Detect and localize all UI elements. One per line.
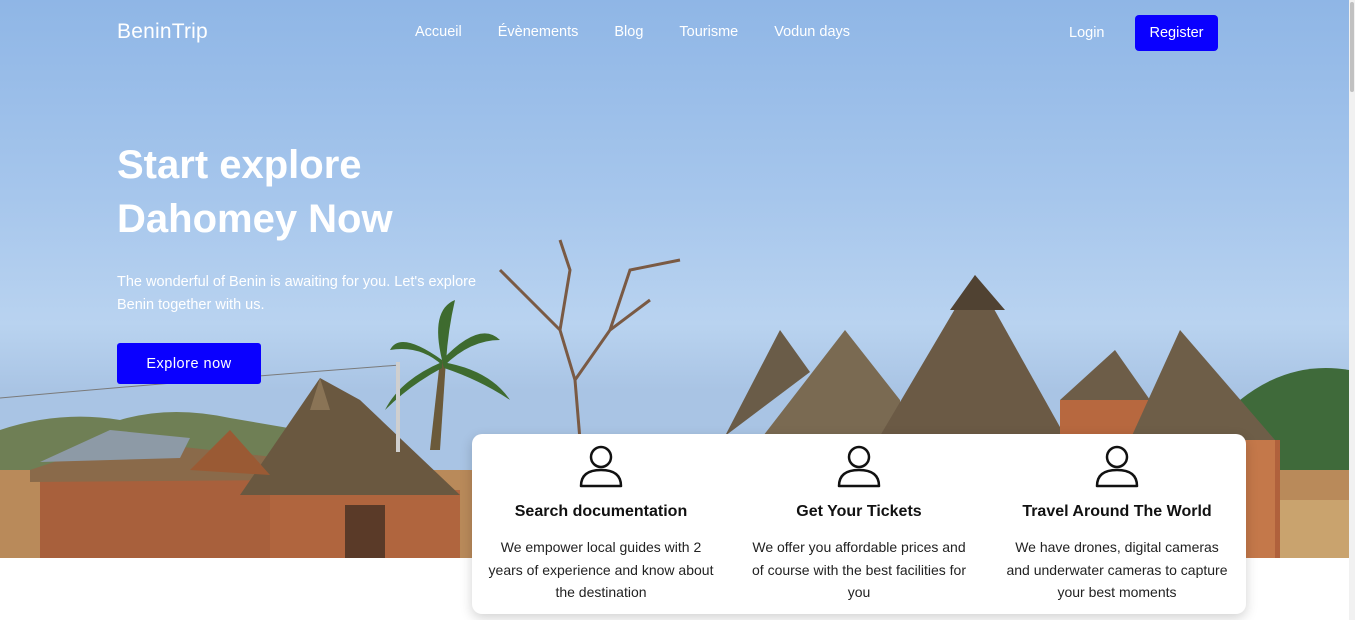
login-link[interactable]: Login	[1069, 25, 1104, 41]
nav-item-vodun-days[interactable]: Vodun days	[756, 24, 868, 40]
user-icon	[1095, 445, 1139, 488]
features-panel: Search documentation We empower local gu…	[472, 434, 1246, 614]
feature-description: We offer you affordable prices and of co…	[752, 539, 966, 600]
register-button[interactable]: Register	[1135, 15, 1218, 51]
hero-headline: Start explore Dahomey Now	[117, 138, 537, 246]
feature-description: We have drones, digital cameras and unde…	[1006, 539, 1228, 600]
hero-headline-line1: Start explore	[117, 143, 362, 187]
nav-item-accueil[interactable]: Accueil	[397, 24, 480, 40]
hero-headline-line2: Dahomey Now	[117, 197, 393, 241]
feature-description: We empower local guides with 2 years of …	[488, 539, 714, 600]
scrollbar-thumb[interactable]	[1350, 2, 1354, 92]
explore-now-button[interactable]: Explore now	[117, 343, 261, 384]
nav-item-evenements[interactable]: Évènements	[480, 24, 597, 40]
feature-title: Travel Around The World	[1022, 503, 1212, 520]
user-icon	[837, 445, 881, 488]
feature-title: Get Your Tickets	[796, 503, 922, 520]
top-navigation: BeninTrip Accueil Évènements Blog Touris…	[0, 0, 1349, 66]
nav-item-blog[interactable]: Blog	[596, 24, 661, 40]
feature-card: Travel Around The World We have drones, …	[988, 434, 1246, 614]
brand-logo[interactable]: BeninTrip	[117, 20, 208, 44]
user-icon	[579, 445, 623, 488]
page-scrollbar[interactable]	[1349, 0, 1355, 620]
nav-item-tourisme[interactable]: Tourisme	[661, 24, 756, 40]
hero-subtitle: The wonderful of Benin is awaiting for y…	[117, 274, 477, 313]
feature-card: Search documentation We empower local gu…	[472, 434, 730, 614]
feature-title: Search documentation	[514, 503, 688, 520]
feature-card: Get Your Tickets We offer you affordable…	[730, 434, 988, 614]
nav-menu: Accueil Évènements Blog Tourisme Vodun d…	[397, 24, 868, 40]
